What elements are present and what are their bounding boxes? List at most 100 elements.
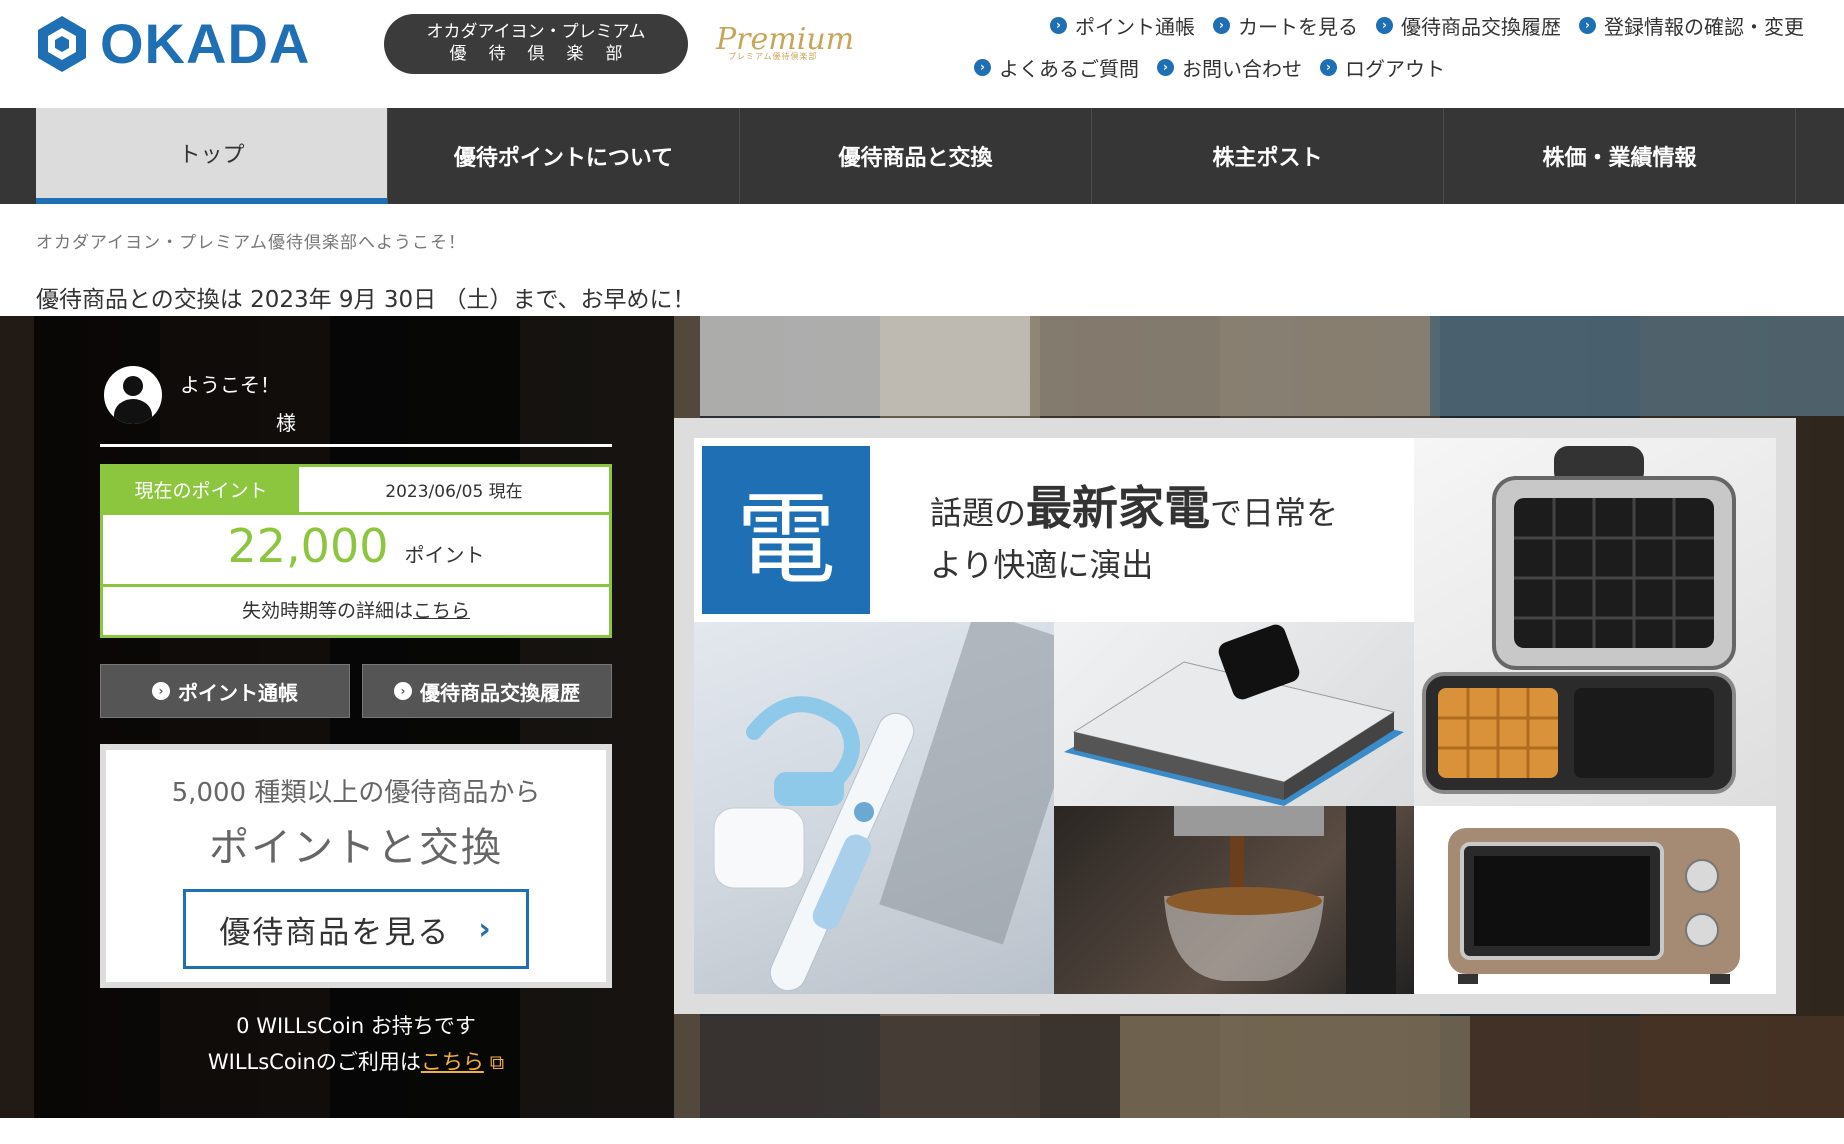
logo-text: OKADA — [100, 12, 311, 75]
background-photo-tile — [1120, 1016, 1470, 1118]
points-balance: 22,000 ポイント — [103, 515, 609, 587]
coffee-maker-photo — [1054, 806, 1414, 994]
waffle-maker-photo — [1414, 438, 1776, 806]
util-link-label: お問い合わせ — [1182, 56, 1302, 81]
external-link-icon: ⧉ — [489, 1050, 505, 1074]
chevron-right-icon: › — [152, 682, 170, 700]
club-name-line2: 優待倶楽部 — [449, 44, 645, 64]
nav-tab-exchange[interactable]: 優待商品と交換 — [740, 108, 1092, 204]
divider — [100, 444, 612, 447]
waffle-maker-illustration — [1422, 446, 1736, 794]
util-link-label: 優待商品交換履歴 — [1401, 14, 1561, 39]
member-panel: ようこそ！ 様 現在のポイント 2023/06/05 現在 22,000 ポイン… — [34, 316, 674, 1118]
utility-nav: › ポイント通帳 › カートを見る › 優待商品交換履歴 › 登録情報の確認・変更 › よ… — [974, 4, 1804, 88]
willscoin-link[interactable]: こちら — [421, 1050, 484, 1074]
hero-section: ようこそ！ 様 現在のポイント 2023/06/05 現在 22,000 ポイン… — [0, 316, 1844, 1118]
chevron-right-icon: › — [974, 58, 991, 76]
utility-nav-row-1: › ポイント通帳 › カートを見る › 優待商品交換履歴 › 登録情報の確認・変更 — [974, 4, 1804, 46]
chevron-right-icon: › — [1579, 16, 1596, 34]
club-name-line1: オカダアイヨン・プレミアム — [426, 22, 646, 42]
main-nav: トップ 優待ポイントについて 優待商品と交換 株主ポスト 株価・業績情報 — [0, 108, 1844, 204]
points-as-of-date: 2023/06/05 現在 — [385, 482, 523, 502]
chevron-right-icon: › — [1376, 16, 1393, 34]
expiry-prefix: 失効時期等の詳細は — [241, 600, 413, 622]
site-header: OKADA オカダアイヨン・プレミアム 優待倶楽部 Premium プレミアム優… — [0, 0, 1844, 108]
panel-button-row: › ポイント通帳 › 優待商品交換履歴 — [100, 664, 612, 718]
passbook-button-label: ポイント通帳 — [178, 680, 298, 705]
exchange-history-button[interactable]: › 優待商品交換履歴 — [362, 664, 612, 718]
util-link-label: カートを見る — [1238, 14, 1358, 39]
util-link-label: よくあるご質問 — [999, 56, 1139, 81]
user-honorific: 様 — [276, 411, 296, 435]
util-link-cart[interactable]: › カートを見る — [1213, 11, 1358, 40]
exchange-history-button-label: 優待商品交換履歴 — [420, 680, 580, 705]
promo-badge: 電 — [702, 446, 870, 614]
avatar-icon — [104, 366, 162, 424]
points-header: 現在のポイント 2023/06/05 現在 — [103, 467, 609, 515]
nav-tab-shareholder-post[interactable]: 株主ポスト — [1092, 108, 1444, 204]
points-summary: 現在のポイント 2023/06/05 現在 22,000 ポイント 失効時期等の… — [100, 464, 612, 638]
toothbrush-photo — [694, 622, 1054, 994]
promo-copy-big: 最新家電 — [1026, 481, 1211, 535]
user-greeting: ようこそ！ 様 — [104, 366, 296, 442]
floor-robot-illustration — [1064, 624, 1404, 806]
chevron-right-icon: › — [1213, 16, 1230, 34]
promo-banner-frame: 電 話題の最新家電で日常を より快適に演出 — [674, 418, 1796, 1014]
util-link-passbook[interactable]: › ポイント通帳 — [1050, 11, 1195, 40]
promo-copy-post: で日常を — [1210, 494, 1339, 532]
util-link-contact[interactable]: › お問い合わせ — [1157, 53, 1302, 82]
util-link-account-info[interactable]: › 登録情報の確認・変更 — [1579, 11, 1804, 40]
welcome-message: オカダアイヨン・プレミアム優待倶楽部へようこそ！ — [36, 233, 466, 253]
promo-copy: 話題の最新家電で日常を より快適に演出 — [930, 482, 1338, 591]
passbook-button[interactable]: › ポイント通帳 — [100, 664, 350, 718]
chevron-right-icon: › — [478, 911, 493, 947]
okada-logo-icon — [38, 16, 86, 72]
willscoin-usage: WILLsCoinのご利用はこちら ⧉ — [100, 1046, 612, 1076]
background-photo-tile — [1470, 1016, 1844, 1118]
exchange-card: 5,000 種類以上の優待商品から ポイントと交換 優待商品を見る › — [100, 744, 612, 988]
premium-logo: Premium プレミアム優待倶楽部 — [716, 22, 854, 62]
toaster-oven-photo — [1414, 806, 1776, 994]
toaster-oven-illustration — [1448, 828, 1740, 984]
expiry-details-link[interactable]: こちら — [413, 596, 470, 623]
chevron-right-icon: › — [1157, 58, 1174, 76]
util-link-faq[interactable]: › よくあるご質問 — [974, 53, 1139, 82]
chevron-right-icon: › — [1050, 16, 1067, 34]
utility-nav-row-2: › よくあるご質問 › お問い合わせ › ログアウト — [974, 46, 1804, 88]
chevron-right-icon: › — [394, 682, 412, 700]
points-value: 22,000 — [227, 519, 389, 573]
background-photo-tile — [700, 1016, 1120, 1118]
util-link-logout[interactable]: › ログアウト — [1320, 53, 1445, 82]
chevron-right-icon: › — [1320, 58, 1337, 76]
promo-copy-pre: 話題の — [930, 494, 1027, 532]
nav-tab-top[interactable]: トップ — [36, 108, 388, 204]
greeting-label: ようこそ！ — [180, 373, 280, 397]
toothbrush-illustration — [713, 622, 1054, 992]
okada-logo[interactable]: OKADA — [36, 14, 310, 74]
exchange-card-line1: 5,000 種類以上の優待商品から — [171, 778, 541, 808]
util-link-label: ポイント通帳 — [1075, 14, 1195, 39]
background-photo-tile — [1030, 316, 1430, 416]
points-label: 現在のポイント — [103, 467, 299, 512]
willscoin-balance: 0 WILLsCoin お持ちです — [236, 1014, 476, 1038]
background-photo-tile — [700, 316, 1030, 416]
background-photo-tile — [1430, 316, 1844, 416]
willscoin-usage-prefix: WILLsCoinのご利用は — [207, 1050, 421, 1074]
user-greeting-text: ようこそ！ 様 — [180, 366, 296, 442]
floor-robot-photo — [1054, 622, 1414, 806]
appliance-promo-banner[interactable]: 電 話題の最新家電で日常を より快適に演出 — [694, 438, 1776, 994]
club-name-badge: オカダアイヨン・プレミアム 優待倶楽部 — [384, 14, 688, 74]
exchange-deadline-notice: 優待商品との交換は 2023年 9月 30日 （土）まで、お早めに！ — [36, 287, 696, 313]
promo-copy-line2: より快適に演出 — [930, 546, 1154, 584]
util-link-label: 登録情報の確認・変更 — [1604, 14, 1804, 39]
view-products-button[interactable]: 優待商品を見る › — [183, 889, 529, 969]
nav-tab-points-info[interactable]: 優待ポイントについて — [388, 108, 740, 204]
points-unit: ポイント — [404, 543, 485, 567]
points-expiry-info: 失効時期等の詳細は こちら — [103, 587, 609, 632]
util-link-label: ログアウト — [1345, 56, 1445, 81]
util-link-exchange-history[interactable]: › 優待商品交換履歴 — [1376, 11, 1561, 40]
nav-tab-stock-info[interactable]: 株価・業績情報 — [1444, 108, 1796, 204]
view-products-label: 優待商品を見る — [219, 914, 451, 951]
exchange-card-line2: ポイントと交換 — [209, 825, 503, 871]
coffee-illustration — [1164, 806, 1396, 994]
